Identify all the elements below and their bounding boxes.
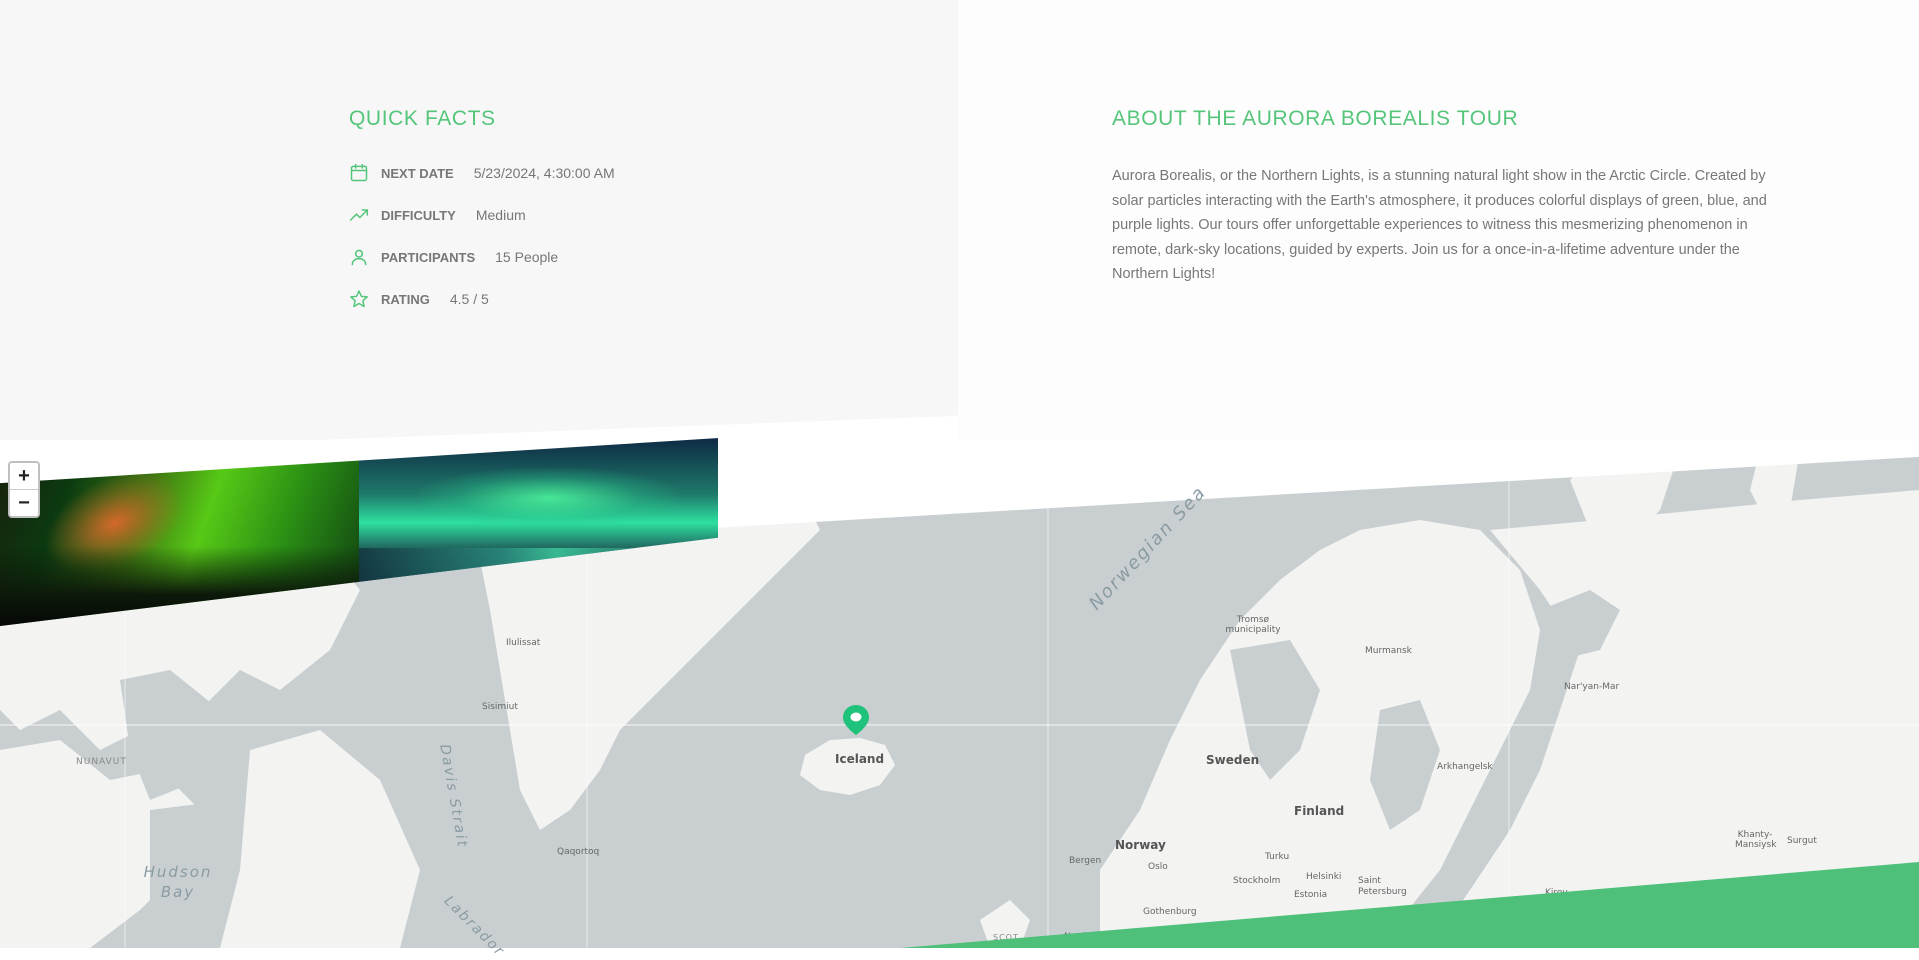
calendar-icon	[349, 163, 369, 183]
user-icon	[349, 247, 369, 267]
fact-value: 5/23/2024, 4:30:00 AM	[473, 165, 615, 181]
map-label-qaqortoq: Qaqortoq	[557, 847, 600, 857]
map-label-finland: Finland	[1294, 804, 1345, 818]
map-label-naryan-mar: Nar'yan-Mar	[1564, 682, 1620, 692]
fact-difficulty: Difficulty Medium	[349, 203, 526, 227]
map-label-estonia: Estonia	[1294, 890, 1328, 900]
map-label-khanty-mansiysk: Khanty-Mansiysk	[1735, 830, 1777, 850]
map-label-saint-petersburg: Saint Petersburg	[1358, 876, 1407, 897]
fact-label: Rating	[381, 291, 430, 307]
map-label-nunavut: NUNAVUT	[76, 757, 127, 767]
fact-value: 15 People	[495, 249, 559, 265]
map-label-turku: Turku	[1265, 852, 1290, 862]
map-label-iceland: Iceland	[835, 752, 885, 766]
fact-rating: Rating 4.5 / 5	[349, 287, 489, 311]
map-label-tromso: Tromsø municipality	[1225, 615, 1281, 635]
map-label-surgut: Surgut	[1787, 836, 1817, 846]
map-label-bergen: Bergen	[1069, 856, 1102, 866]
map-label-stockholm: Stockholm	[1233, 876, 1281, 886]
map-label-sweden: Sweden	[1206, 753, 1260, 767]
map-label-hudson-bay: Hudson Bay	[143, 863, 213, 901]
map-label-gothenburg: Gothenburg	[1143, 907, 1197, 917]
map-label-murmansk: Murmansk	[1365, 646, 1412, 656]
map-label-helsinki: Helsinki	[1306, 872, 1342, 882]
fact-participants: Participants 15 People	[349, 245, 558, 269]
map-label-arkhangelsk: Arkhangelsk	[1437, 762, 1493, 772]
fact-value: 4.5 / 5	[449, 291, 489, 307]
fact-next-date: Next date 5/23/2024, 4:30:00 AM	[349, 161, 615, 185]
zoom-in-button[interactable]: +	[10, 463, 38, 489]
trending-up-icon	[349, 205, 369, 225]
map-pin-icon[interactable]	[840, 704, 872, 736]
fact-label: Difficulty	[381, 207, 456, 223]
star-icon	[349, 289, 369, 309]
map-zoom-control: + −	[8, 461, 40, 518]
zoom-out-button[interactable]: −	[10, 489, 38, 516]
map-label-sisimiut: Sisimiut	[482, 702, 518, 712]
fact-label: Participants	[381, 249, 476, 265]
about-title: About the Aurora Borealis tour	[1112, 107, 1519, 130]
fact-value: Medium	[475, 207, 526, 223]
map-label-ilulissat: Ilulissat	[506, 638, 541, 648]
map-label-norway: Norway	[1115, 838, 1166, 852]
map-label-oslo: Oslo	[1148, 862, 1168, 872]
about-description: Aurora Borealis, or the Northern Lights,…	[1112, 168, 1767, 282]
quick-facts-title: Quick Facts	[349, 107, 496, 130]
fact-label: Next date	[381, 165, 454, 181]
